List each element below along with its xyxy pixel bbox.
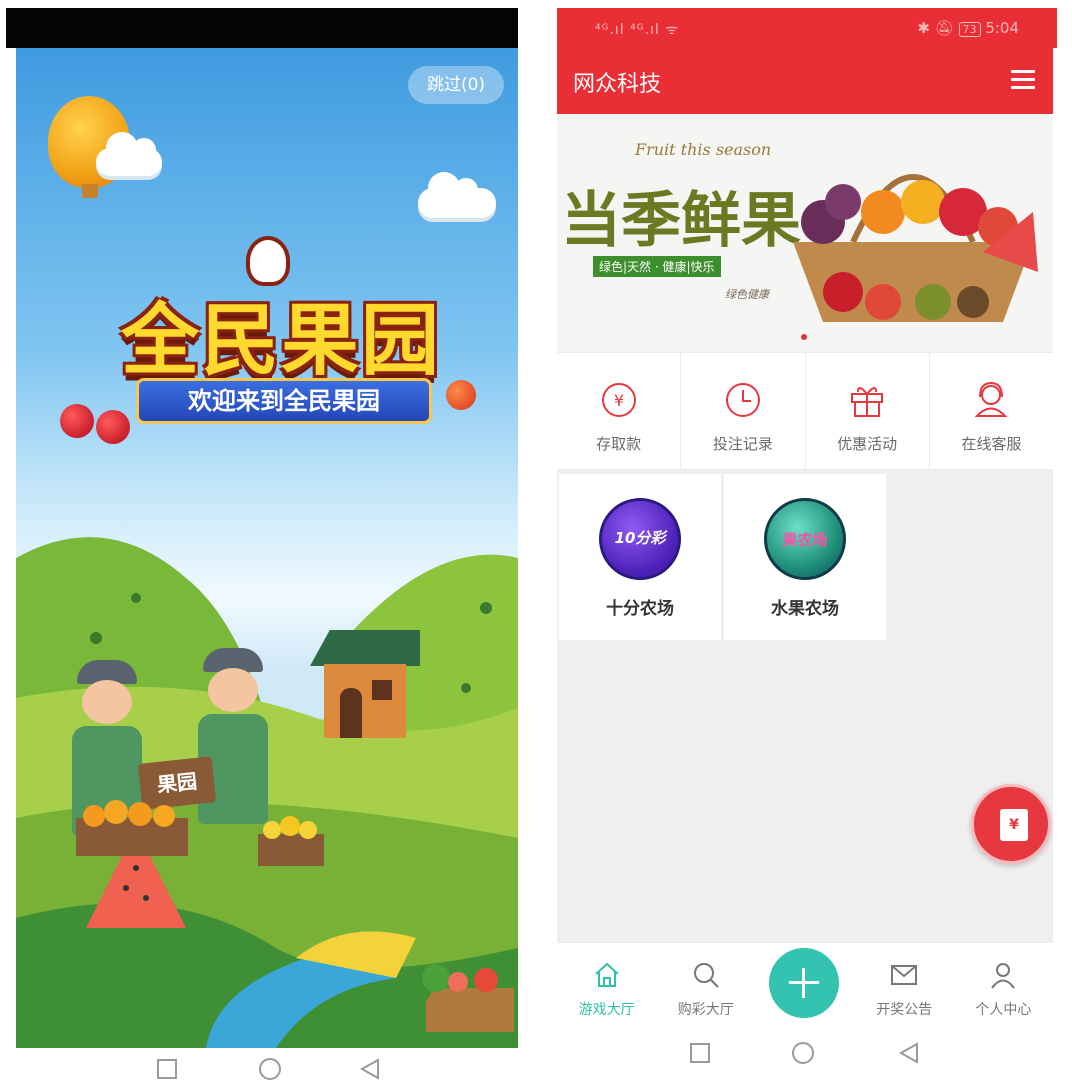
splash-screen: 跳过(0) 全民果园 欢迎来到全民果园 果园 [6, 8, 518, 1086]
banner-tagline: 绿色|天然 · 健康|快乐 [593, 256, 721, 277]
welcome-banner: 欢迎来到全民果园 [136, 378, 432, 424]
app-main-screen: ⁴ᴳ.ıl ⁴ᴳ.ıl ᯤ ✱ 🔕︎ 73 5:04 网众科技 Fruit th… [557, 0, 1057, 1086]
mute-icon: 🔕︎ [934, 19, 954, 37]
game-list-area: 10分彩 十分农场 果农场 水果农场 [557, 470, 1053, 942]
quick-item-promotions[interactable]: 优惠活动 [806, 353, 930, 469]
tab-game-lobby[interactable]: 游戏大厅 [557, 943, 656, 1026]
back-icon[interactable] [359, 1058, 379, 1080]
tab-label: 个人中心 [975, 1002, 1032, 1018]
splash-artwork: 跳过(0) 全民果园 欢迎来到全民果园 果园 [16, 48, 518, 1048]
home-circle-icon[interactable] [259, 1058, 281, 1080]
quick-item-bet-records[interactable]: 投注记录 [681, 353, 806, 469]
system-nav-bar [16, 1048, 518, 1086]
tab-draw-announcements[interactable]: 开奖公告 [855, 943, 954, 1026]
quick-menu: ¥ 存取款 投注记录 优惠活动 在线客服 [557, 352, 1053, 470]
cherry-illustration [60, 404, 94, 438]
orange-basket-illustration [76, 800, 188, 856]
quick-item-deposit-withdraw[interactable]: ¥ 存取款 [557, 353, 682, 469]
ten-minute-farm-icon: 10分彩 [599, 498, 681, 580]
quick-item-label: 投注记录 [712, 435, 773, 453]
banner-signature: 绿色健康 [725, 288, 769, 301]
banner-script-text: Fruit this season [635, 140, 772, 159]
game-card-ten-minute-farm[interactable]: 10分彩 十分农场 [559, 474, 721, 640]
cloud-illustration [96, 132, 162, 176]
tab-label: 购彩大厅 [677, 1002, 734, 1018]
house-illustration [310, 630, 420, 738]
recent-apps-icon[interactable] [157, 1059, 177, 1079]
person-icon [991, 963, 1016, 989]
system-nav-buttons [157, 1058, 379, 1080]
logo-title: 全民果园 [120, 296, 441, 386]
system-nav-buttons [690, 1042, 918, 1064]
center-add-button[interactable] [769, 948, 839, 1018]
game-label: 水果农场 [771, 599, 839, 619]
bluetooth-icon: ✱ [917, 19, 930, 37]
status-bar: ⁴ᴳ.ıl ⁴ᴳ.ıl ᯤ ✱ 🔕︎ 73 5:04 [557, 8, 1057, 48]
fruit-basket-illustration [793, 174, 1038, 322]
signal-indicator: ⁴ᴳ.ıl ⁴ᴳ.ıl ᯤ [595, 22, 680, 38]
balloon-basket-illustration [82, 184, 98, 198]
tab-lottery-hall[interactable]: 购彩大厅 [656, 943, 755, 1026]
clock-icon [725, 383, 760, 417]
quick-item-label: 优惠活动 [837, 435, 898, 453]
hamburger-menu-icon[interactable] [1011, 70, 1035, 90]
top-black-bar [6, 8, 518, 48]
gift-icon [851, 387, 884, 417]
home-circle-icon[interactable] [792, 1042, 814, 1064]
svg-text:¥: ¥ [614, 391, 624, 410]
red-envelope-icon [1000, 809, 1028, 841]
app-header: 网众科技 [557, 48, 1053, 114]
game-card-fruit-farm[interactable]: 果农场 水果农场 [724, 474, 886, 640]
tab-label: 游戏大厅 [578, 1002, 635, 1018]
search-icon [693, 963, 719, 988]
cherry-illustration [96, 410, 130, 444]
banner-headline: 当季鲜果 [561, 186, 801, 256]
recent-apps-icon[interactable] [690, 1043, 710, 1063]
back-icon[interactable] [898, 1042, 918, 1064]
headset-icon [975, 381, 1008, 417]
quick-item-customer-service[interactable]: 在线客服 [930, 353, 1053, 469]
tomato-illustration [446, 380, 476, 410]
tab-label: 开奖公告 [876, 1002, 933, 1018]
tab-personal-center[interactable]: 个人中心 [954, 943, 1053, 1026]
skip-button[interactable]: 跳过(0) [408, 66, 504, 104]
app-title: 网众科技 [573, 72, 662, 97]
app-logo: 全民果园 欢迎来到全民果园 [60, 228, 476, 488]
status-time: 5:04 [985, 19, 1019, 37]
promo-banner[interactable]: Fruit this season 当季鲜果 绿色|天然 · 健康|快乐 绿色健… [557, 114, 1053, 352]
battery-icon: 73 [958, 22, 981, 37]
cloud-illustration [418, 172, 496, 218]
red-envelope-button[interactable] [971, 784, 1051, 864]
quick-item-label: 存取款 [596, 435, 642, 453]
game-label: 十分农场 [606, 599, 674, 619]
quick-item-label: 在线客服 [961, 435, 1022, 453]
fruit-farm-icon: 果农场 [764, 498, 846, 580]
vegetable-crate-illustration [400, 964, 514, 1032]
yen-circle-icon: ¥ [601, 383, 636, 417]
home-icon [594, 962, 619, 987]
lemon-basket-illustration [258, 816, 324, 866]
status-right-group: ✱ 🔕︎ 73 5:04 [917, 19, 1019, 37]
banner-page-indicator[interactable] [801, 334, 807, 340]
mail-icon [891, 965, 918, 985]
